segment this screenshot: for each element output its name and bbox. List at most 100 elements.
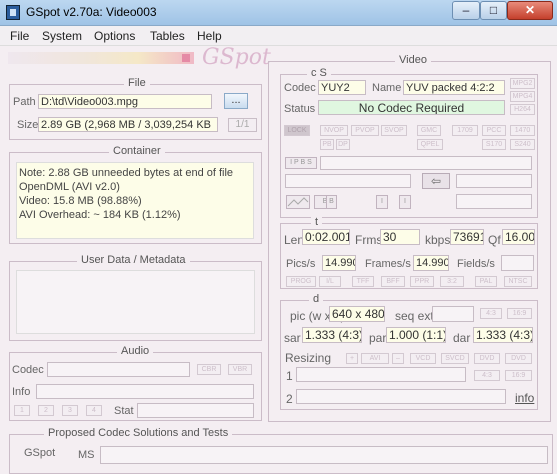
- cbr-button[interactable]: CBR: [197, 364, 221, 375]
- size-field: 2.89 GB (2,968 MB / 3,039,254 KB: [38, 117, 218, 132]
- pcc-button[interactable]: PCC: [482, 125, 506, 136]
- pics-field: 14.990: [322, 255, 356, 271]
- audio-codec-label: Codec: [12, 364, 44, 376]
- container-line: Video: 15.8 MB (98.88%): [19, 195, 142, 207]
- status-label: Status: [284, 103, 316, 115]
- row1-ratio-16-9[interactable]: 16:9: [505, 370, 532, 381]
- mpg2-button[interactable]: MPG2: [510, 78, 535, 89]
- tff-button[interactable]: TFF: [352, 276, 374, 287]
- dp-button[interactable]: DP: [336, 139, 350, 150]
- close-button[interactable]: ✕: [507, 1, 553, 20]
- bff-button[interactable]: BFF: [381, 276, 405, 287]
- gop-graph-icon[interactable]: [286, 195, 310, 209]
- container-group: Container Note: 2.88 GB unneeded bytes a…: [9, 145, 262, 244]
- qpel-button[interactable]: QPEL: [417, 139, 443, 150]
- h264-button[interactable]: H264: [510, 104, 535, 115]
- resize-svcd-button[interactable]: SVCD: [441, 353, 469, 364]
- menu-help[interactable]: Help: [197, 29, 222, 43]
- resize-minus-button[interactable]: –: [392, 353, 404, 364]
- interlaced-button[interactable]: I/L: [319, 276, 341, 287]
- color-strip: [8, 52, 194, 64]
- app-icon[interactable]: [6, 5, 20, 20]
- s240-button[interactable]: S240: [510, 139, 535, 150]
- nvop-button[interactable]: NVOP: [320, 125, 348, 136]
- d-legend: d: [309, 293, 324, 305]
- frms-field: 30: [380, 229, 420, 245]
- audio-codec-field: [47, 362, 190, 377]
- ratio-16-9-button[interactable]: 16:9: [507, 308, 532, 319]
- frame-strip-bottom: [456, 194, 532, 209]
- codec-label: Codec: [284, 82, 316, 94]
- audio-stream-1[interactable]: 1: [14, 405, 30, 416]
- seq-ext-field: [432, 306, 474, 322]
- status-field: No Codec Required: [318, 100, 505, 115]
- pics-label: Pics/s: [286, 258, 316, 270]
- seq-ext-label: seq ext: [395, 309, 434, 323]
- ntsc-button[interactable]: NTSC: [504, 276, 532, 287]
- row1-ratio-4-3[interactable]: 4:3: [474, 370, 500, 381]
- ratio-4-3-button[interactable]: 4:3: [480, 308, 502, 319]
- t-legend: t: [311, 216, 323, 228]
- sar-label: sar: [284, 331, 301, 345]
- resize-avi-button[interactable]: AVI: [361, 353, 389, 364]
- pvop-button[interactable]: PVOP: [351, 125, 379, 136]
- minimize-button[interactable]: ‒: [452, 1, 480, 20]
- audio-stream-4[interactable]: 4: [86, 405, 102, 416]
- path-field[interactable]: D:\td\Video003.mpg: [38, 94, 212, 109]
- frames-label: Frames/s: [365, 258, 411, 270]
- i-frame-right: I: [399, 195, 411, 209]
- frame-seek-icon[interactable]: ⇦: [422, 173, 450, 189]
- par-field: 1.000 (1:1): [386, 327, 446, 343]
- audio-info-field: [36, 384, 254, 399]
- resize-plus-button[interactable]: +: [346, 353, 358, 364]
- dar-field: 1.333 (4:3): [473, 327, 533, 343]
- size-label: Size: [17, 119, 39, 131]
- path-label: Path: [13, 96, 36, 108]
- 1470-button[interactable]: 1470: [510, 125, 535, 136]
- container-info-box: Note: 2.88 GB unneeded bytes at end of f…: [16, 162, 254, 239]
- pulldown-button[interactable]: 3:2: [440, 276, 464, 287]
- resize-row1-field: [296, 367, 466, 382]
- pb-button[interactable]: PB: [320, 139, 334, 150]
- audio-legend: Audio: [117, 345, 154, 357]
- user-data-group: User Data / Metadata: [9, 254, 262, 341]
- svop-button[interactable]: SVOP: [381, 125, 407, 136]
- frames-field: 14.990: [413, 255, 449, 271]
- lock-button[interactable]: LOCK: [284, 125, 310, 136]
- resize-dvd-button[interactable]: DVD: [474, 353, 500, 364]
- page-indicator[interactable]: 1/1: [228, 118, 257, 132]
- resizing-label: Resizing: [285, 351, 332, 365]
- container-legend: Container: [109, 145, 165, 157]
- menu-file[interactable]: File: [10, 29, 29, 43]
- audio-stream-3[interactable]: 3: [62, 405, 78, 416]
- pal-button[interactable]: PAL: [475, 276, 497, 287]
- name-label: Name: [372, 82, 402, 94]
- video-legend: Video: [395, 54, 431, 66]
- vbr-button[interactable]: VBR: [228, 364, 252, 375]
- window-title: GSpot v2.70a: Video003: [26, 5, 157, 19]
- proposed-gspot-label: GSpot: [24, 447, 56, 459]
- s170-button[interactable]: S170: [482, 139, 506, 150]
- maximize-button[interactable]: □: [480, 1, 507, 20]
- qf-label: Qf: [488, 233, 501, 247]
- par-label: par: [369, 331, 387, 345]
- stat-label: Stat: [114, 405, 134, 417]
- menu-options[interactable]: Options: [94, 29, 135, 43]
- resize-row1-label: 1: [286, 369, 293, 383]
- resize-dvd2-button[interactable]: DVD: [505, 353, 532, 364]
- mpg4-button[interactable]: MPG4: [510, 91, 535, 102]
- prog-button[interactable]: PROG: [286, 276, 316, 287]
- kbps-label: kbps: [425, 233, 451, 247]
- ppr-button[interactable]: PPR: [410, 276, 434, 287]
- qf-field: 16.003: [502, 229, 535, 245]
- menu-tables[interactable]: Tables: [150, 29, 185, 43]
- resize-vcd-button[interactable]: VCD: [410, 353, 436, 364]
- menu-system[interactable]: System: [42, 29, 82, 43]
- audio-stream-2[interactable]: 2: [38, 405, 54, 416]
- gmc-button[interactable]: GMC: [417, 125, 441, 136]
- frms-label: Frms: [355, 233, 383, 247]
- browse-button[interactable]: ...: [224, 93, 248, 109]
- info-link[interactable]: info: [515, 391, 534, 405]
- resize-row2-label: 2: [286, 392, 293, 406]
- 1709-button[interactable]: 1709: [452, 125, 478, 136]
